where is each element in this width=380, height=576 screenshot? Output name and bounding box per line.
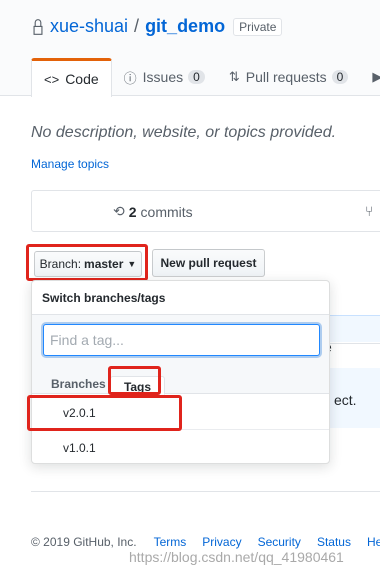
highlight-tags-tab — [108, 366, 161, 395]
footer-link-security[interactable]: Security — [258, 535, 301, 549]
tab-code[interactable]: <> Code — [31, 58, 112, 97]
issues-counter: 0 — [188, 70, 205, 84]
pull-requests-counter: 0 — [331, 70, 349, 84]
footer-divider — [31, 491, 380, 492]
history-icon: ⟲ — [113, 203, 125, 219]
tab-code-label: Code — [65, 71, 99, 87]
repo-name-link[interactable]: git_demo — [145, 16, 225, 37]
footer: © 2019 GitHub, Inc. Terms Privacy Securi… — [31, 535, 380, 549]
branch-icon[interactable]: ⑂ — [365, 203, 373, 219]
tab-pull-requests-label: Pull requests — [245, 69, 327, 85]
actions-icon: ▶ — [372, 69, 380, 84]
tab-branches[interactable]: Branches — [51, 377, 106, 391]
dropdown-header: Switch branches/tags — [32, 281, 329, 315]
footer-link-terms[interactable]: Terms — [154, 535, 187, 549]
tab-issues-label: Issues — [142, 69, 184, 85]
repo-separator: / — [134, 16, 140, 36]
code-icon: <> — [44, 71, 60, 87]
repo-description: No description, website, or topics provi… — [31, 124, 337, 141]
highlight-branch-button — [26, 244, 148, 281]
tag-item[interactable]: v1.0.1 — [32, 430, 329, 465]
watermark: https://blog.csdn.net/qq_41980461 — [129, 549, 344, 565]
footer-link-help[interactable]: Help — [367, 535, 380, 549]
footer-link-privacy[interactable]: Privacy — [202, 535, 241, 549]
dropdown-title: Switch branches/tags — [42, 291, 166, 305]
new-pull-request-button[interactable]: New pull request — [152, 249, 265, 277]
commits-label: commits — [140, 203, 193, 220]
issue-icon: ⓘ — [123, 70, 137, 86]
tag-filter-input[interactable] — [43, 324, 320, 356]
highlight-tag-item — [27, 395, 182, 431]
footer-link-status[interactable]: Status — [317, 535, 351, 549]
repo-owner-link[interactable]: xue-shuai — [50, 16, 128, 37]
footer-copyright: © 2019 GitHub, Inc. — [31, 535, 137, 549]
tab-issues[interactable]: ⓘ Issues 0 — [112, 58, 217, 96]
background-notice-text: ect. — [334, 392, 357, 408]
tab-actions[interactable]: ▶ A — [360, 58, 380, 96]
lock-icon — [33, 18, 43, 35]
pull-request-icon: ⇅ — [228, 69, 240, 84]
repo-nav-tabs: <> Code ⓘ Issues 0 ⇅ Pull requests 0 ▶ A — [0, 58, 380, 97]
tab-pull-requests[interactable]: ⇅ Pull requests 0 — [217, 58, 361, 96]
numbers-summary: ⟲ 2 commits ⑂ — [31, 190, 380, 232]
repo-title: xue-shuai / git_demo Private — [31, 16, 283, 37]
private-badge: Private — [233, 17, 283, 36]
commits-count: 2 — [128, 203, 137, 220]
commits-link[interactable]: ⟲ 2 commits — [113, 203, 193, 220]
dropdown-filter — [32, 315, 329, 372]
branch-tag-dropdown: Switch branches/tags Branches Tags v2.0.… — [31, 280, 330, 464]
manage-topics-link[interactable]: Manage topics — [31, 157, 109, 171]
tag-item-label: v1.0.1 — [63, 441, 96, 455]
dropdown-tabs: Branches Tags — [32, 372, 329, 395]
